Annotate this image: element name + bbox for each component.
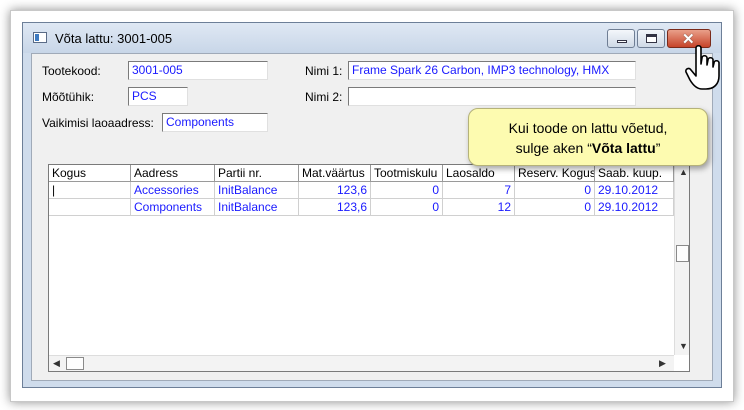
hint-line-2: sulge aken “Võta lattu” bbox=[515, 140, 661, 156]
horizontal-scroll-thumb[interactable] bbox=[66, 357, 84, 370]
table-row-1-aadress[interactable]: Accessories bbox=[131, 182, 215, 199]
hand-cursor-icon bbox=[685, 44, 720, 90]
nimi2-label: Nimi 2: bbox=[305, 90, 343, 104]
mootuhik-label: Mõõtühik: bbox=[42, 90, 95, 104]
table-row-1-reserv-kogus[interactable]: 0 bbox=[515, 182, 595, 199]
col-header-reserv-kogus[interactable]: Reserv. Kogus bbox=[515, 165, 595, 182]
col-header-aadress[interactable]: Aadress bbox=[131, 165, 215, 182]
scroll-left-icon[interactable]: ◀ bbox=[53, 358, 60, 369]
hint-callout: Kui toode on lattu võetud, sulge aken “V… bbox=[468, 108, 708, 166]
table-row-2-tootmiskulu[interactable]: 0 bbox=[371, 199, 443, 216]
table-row-1-saab-kuup[interactable]: 29.10.2012 bbox=[595, 182, 674, 199]
col-header-saab-kuup[interactable]: Saab. kuup. bbox=[595, 165, 674, 182]
table-row-2-laosaldo[interactable]: 12 bbox=[443, 199, 515, 216]
maximize-button[interactable] bbox=[637, 29, 665, 48]
table-row-1-laosaldo[interactable]: 7 bbox=[443, 182, 515, 199]
window-icon bbox=[33, 32, 47, 43]
vertical-scroll-thumb[interactable] bbox=[676, 245, 689, 262]
col-header-tootmiskulu[interactable]: Tootmiskulu bbox=[371, 165, 443, 182]
table-row-1-matvaartus[interactable]: 123,6 bbox=[299, 182, 371, 199]
horizontal-scrollbar[interactable]: ◀ ▶ bbox=[49, 355, 674, 371]
tootekood-field[interactable]: 3001-005 bbox=[128, 61, 268, 80]
scroll-right-icon[interactable]: ▶ bbox=[659, 358, 666, 369]
table-row-2-kogus[interactable] bbox=[49, 199, 131, 216]
stock-grid[interactable]: Kogus Aadress Partii nr. Mat.väärtus Too… bbox=[48, 164, 690, 372]
mootuhik-field[interactable]: PCS bbox=[128, 87, 188, 106]
col-header-matvaartus[interactable]: Mat.väärtus bbox=[299, 165, 371, 182]
title-bar[interactable]: Võta lattu: 3001-005 ✕ bbox=[23, 23, 721, 53]
table-row-2-reserv-kogus[interactable]: 0 bbox=[515, 199, 595, 216]
table-row-1-kogus[interactable]: | bbox=[49, 182, 131, 199]
maximize-icon bbox=[646, 34, 657, 43]
minimize-icon bbox=[617, 40, 627, 43]
table-row-2-matvaartus[interactable]: 123,6 bbox=[299, 199, 371, 216]
col-header-kogus[interactable]: Kogus bbox=[49, 165, 131, 182]
scroll-down-icon[interactable]: ▼ bbox=[679, 341, 688, 351]
scroll-up-icon[interactable]: ▲ bbox=[679, 167, 688, 177]
tootekood-label: Tootekood: bbox=[42, 64, 101, 78]
table-row-1-partii[interactable]: InitBalance bbox=[215, 182, 299, 199]
minimize-button[interactable] bbox=[607, 29, 635, 48]
col-header-partii[interactable]: Partii nr. bbox=[215, 165, 299, 182]
col-header-laosaldo[interactable]: Laosaldo bbox=[443, 165, 515, 182]
window-title: Võta lattu: 3001-005 bbox=[55, 31, 173, 46]
table-row-1-tootmiskulu[interactable]: 0 bbox=[371, 182, 443, 199]
table-row-2-saab-kuup[interactable]: 29.10.2012 bbox=[595, 199, 674, 216]
table-row-2-aadress[interactable]: Components bbox=[131, 199, 215, 216]
nimi2-field[interactable] bbox=[348, 87, 636, 106]
vertical-scrollbar[interactable]: ▲ ▼ bbox=[674, 165, 689, 355]
table-row-2-partii[interactable]: InitBalance bbox=[215, 199, 299, 216]
hint-line-1: Kui toode on lattu võetud, bbox=[508, 120, 668, 136]
nimi1-field[interactable]: Frame Spark 26 Carbon, IMP3 technology, … bbox=[348, 61, 636, 80]
vaikimisi-laoaadress-field[interactable]: Components bbox=[162, 113, 268, 132]
vaikimisi-laoaadress-label: Vaikimisi laoaadress: bbox=[42, 116, 154, 130]
nimi1-label: Nimi 1: bbox=[305, 64, 343, 78]
hint-window-name: Võta lattu bbox=[591, 140, 656, 156]
